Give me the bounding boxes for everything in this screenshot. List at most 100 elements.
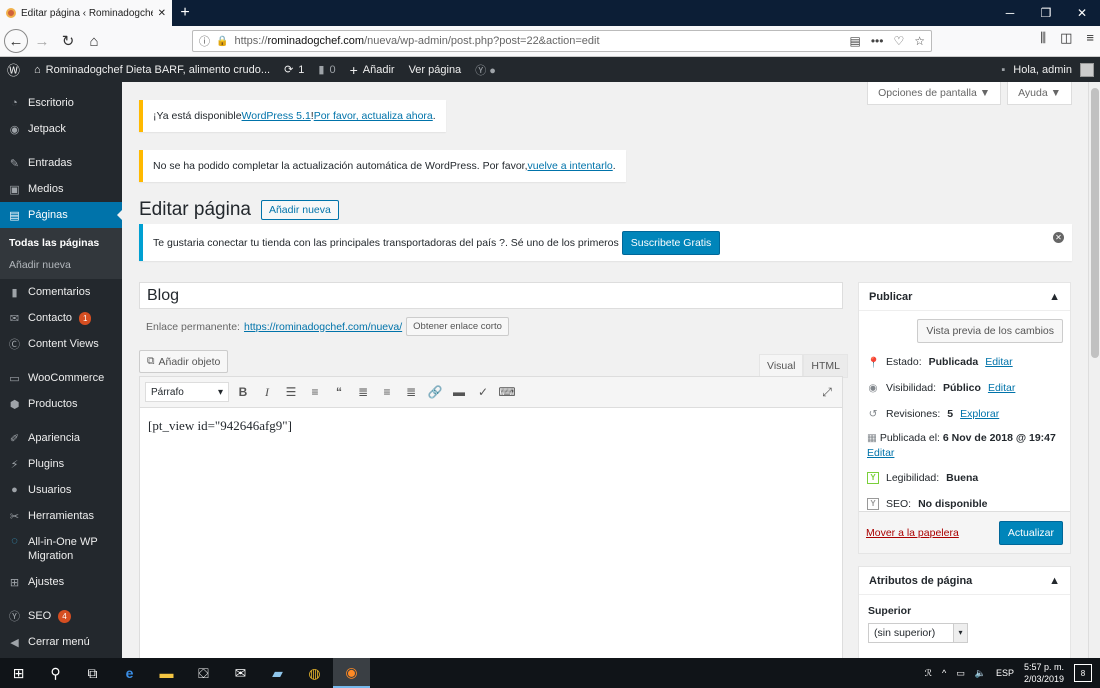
wp-logo-icon[interactable]: Ⓦ — [0, 60, 27, 79]
pocket-icon[interactable]: ♡ — [893, 34, 904, 48]
menu-item-usuarios[interactable]: ● Usuarios — [0, 477, 122, 503]
bullet-list-icon[interactable]: ☰ — [281, 382, 301, 402]
retry-link[interactable]: vuelve a intentarlo — [528, 160, 613, 172]
avatar[interactable] — [1080, 62, 1094, 77]
page-scrollbar[interactable] — [1088, 82, 1100, 658]
network-icon[interactable]: ▭ — [956, 668, 965, 679]
menu-item-herramientas[interactable]: ✂ Herramientas — [0, 503, 122, 529]
align-center-icon[interactable]: ≡ — [377, 382, 397, 402]
updates-link[interactable]: ⟳ 1 — [277, 63, 311, 77]
explore-revisions-link[interactable]: Explorar — [960, 408, 999, 420]
keyboard-icon[interactable]: ⌨ — [497, 382, 517, 402]
help-button[interactable]: Ayuda ▼ — [1007, 82, 1072, 105]
menu-item-contacto[interactable]: ✉ Contacto 1 — [0, 305, 122, 331]
menu-item-ajustes[interactable]: ⊞ Ajustes — [0, 569, 122, 595]
post-title-input[interactable]: Blog — [139, 282, 843, 309]
close-window-icon[interactable]: ✕ — [1064, 0, 1100, 26]
yoast-bar-icon[interactable]: Ⓨ ● — [468, 62, 503, 78]
firefox-icon[interactable]: ◉ — [333, 658, 370, 688]
menu-item-jetpack[interactable]: ◉ Jetpack — [0, 116, 122, 142]
menu-item-collapse[interactable]: ◀ Cerrar menú — [0, 629, 122, 655]
editor-body[interactable]: [pt_view id="942646afg9"] — [140, 408, 842, 444]
menu-item-escritorio[interactable]: ◔ Escritorio — [0, 90, 122, 116]
new-content-link[interactable]: + Añadir — [343, 62, 402, 78]
action-center-icon[interactable]: 8 — [1074, 664, 1092, 682]
permalink-link[interactable]: https://rominadogchef.com/nueva/ — [244, 321, 402, 333]
tab-html[interactable]: HTML — [803, 354, 849, 378]
minimize-icon[interactable]: ─ — [992, 0, 1028, 26]
italic-icon[interactable]: I — [257, 382, 277, 402]
restore-icon[interactable]: ❐ — [1028, 0, 1064, 26]
dismiss-icon[interactable]: ✕ — [1053, 232, 1064, 243]
update-now-link[interactable]: Por favor, actualiza ahora — [314, 110, 433, 122]
attributes-box-header[interactable]: Atributos de página ▲ — [859, 567, 1070, 595]
spellcheck-icon[interactable]: ✓ — [473, 382, 493, 402]
menu-item-comentarios[interactable]: ▮ Comentarios — [0, 279, 122, 305]
bold-icon[interactable]: B — [233, 382, 253, 402]
comments-link[interactable]: ▮ 0 — [311, 63, 342, 77]
windows-start-icon[interactable]: ⊞ — [0, 658, 37, 688]
store-icon[interactable]: ⛋ — [185, 658, 222, 688]
menu-item-apariencia[interactable]: ✐ Apariencia — [0, 425, 122, 451]
info-icon[interactable]: ⓘ — [199, 33, 210, 49]
notepad-icon[interactable]: ▰ — [259, 658, 296, 688]
url-bar[interactable]: ⓘ 🔒 https://rominadogchef.com/nueva/wp-a… — [192, 30, 932, 52]
sidebar-icon[interactable]: ◫ — [1060, 30, 1072, 46]
update-button[interactable]: Actualizar — [998, 520, 1063, 545]
home-icon[interactable]: ⌂ — [82, 29, 106, 53]
screen-options-button[interactable]: Opciones de pantalla ▼ — [867, 82, 1002, 105]
link-icon[interactable]: 🔗 — [425, 382, 445, 402]
format-select[interactable]: Párrafo ▾ — [145, 382, 229, 402]
menu-item-plugins[interactable]: ⚡ Plugins — [0, 451, 122, 477]
edge-icon[interactable]: e — [111, 658, 148, 688]
blockquote-icon[interactable]: “ — [329, 382, 349, 402]
file-explorer-icon[interactable]: ▬ — [148, 658, 185, 688]
howdy-text[interactable]: Hola, admin — [1013, 64, 1072, 76]
wordpress-version-link[interactable]: WordPress 5.1 — [242, 110, 311, 122]
menu-item-seo[interactable]: Ⓨ SEO 4 — [0, 603, 122, 629]
parent-select[interactable]: (sin superior) ▾ — [868, 623, 968, 643]
preview-changes-button[interactable]: Vista previa de los cambios — [917, 319, 1063, 343]
menu-item-paginas[interactable]: ▤ Páginas — [0, 202, 122, 228]
menu-icon[interactable]: ≡ — [1086, 30, 1094, 46]
view-page-link[interactable]: Ver página — [402, 64, 469, 76]
menu-item-all-in-one-migration[interactable]: ◌ All-in-One WP Migration — [0, 529, 122, 569]
chrome-icon[interactable]: ◍ — [296, 658, 333, 688]
menu-item-medios[interactable]: ▣ Medios — [0, 176, 122, 202]
browser-tab[interactable]: Editar página ‹ Rominadogchef ✕ — [0, 0, 172, 26]
publish-box-header[interactable]: Publicar ▲ — [859, 283, 1070, 311]
notification-icon[interactable]: ▪ — [1001, 64, 1005, 76]
add-media-button[interactable]: ⧉ Añadir objeto — [139, 350, 229, 373]
menu-item-content-views[interactable]: Ⓒ Content Views — [0, 331, 122, 357]
reader-view-icon[interactable]: ▤ — [850, 34, 861, 48]
page-actions-icon[interactable]: ••• — [871, 34, 884, 48]
align-right-icon[interactable]: ≣ — [401, 382, 421, 402]
edit-status-link[interactable]: Editar — [985, 356, 1012, 368]
reload-icon[interactable]: ↻ — [56, 29, 80, 53]
get-shortlink-button[interactable]: Obtener enlace corto — [406, 317, 509, 336]
language-indicator[interactable]: ESP — [996, 668, 1014, 678]
submenu-all-pages[interactable]: Todas las páginas — [0, 232, 122, 254]
edit-date-link[interactable]: Editar — [867, 447, 894, 459]
fullscreen-icon[interactable]: ⤢ — [817, 382, 837, 402]
forward-icon[interactable]: → — [30, 29, 54, 53]
tray-chevron-icon[interactable]: ^ — [942, 668, 946, 678]
search-icon[interactable]: ⚲ — [37, 658, 74, 688]
add-new-page-button[interactable]: Añadir nueva — [260, 200, 339, 220]
volume-icon[interactable]: 🔈 — [975, 668, 986, 679]
menu-item-entradas[interactable]: ✎ Entradas — [0, 150, 122, 176]
menu-item-woocommerce[interactable]: ▭ WooCommerce — [0, 365, 122, 391]
subscribe-button[interactable]: Suscribete Gratis — [621, 230, 721, 255]
read-more-icon[interactable]: ▬ — [449, 382, 469, 402]
library-icon[interactable]: ⫼ — [1040, 30, 1046, 46]
move-to-trash-link[interactable]: Mover a la papelera — [866, 527, 959, 539]
site-name-link[interactable]: ⌂ Rominadogchef Dieta BARF, alimento crud… — [27, 64, 277, 76]
tab-visual[interactable]: Visual — [759, 354, 804, 378]
edit-visibility-link[interactable]: Editar — [988, 382, 1015, 394]
people-icon[interactable]: ℛ — [925, 668, 932, 679]
task-view-icon[interactable]: ⧉ — [74, 658, 111, 688]
align-left-icon[interactable]: ≣ — [353, 382, 373, 402]
clock[interactable]: 5:57 p. m. 2/03/2019 — [1024, 661, 1064, 685]
new-tab-button[interactable]: + — [172, 0, 198, 26]
close-tab-icon[interactable]: ✕ — [158, 8, 166, 19]
